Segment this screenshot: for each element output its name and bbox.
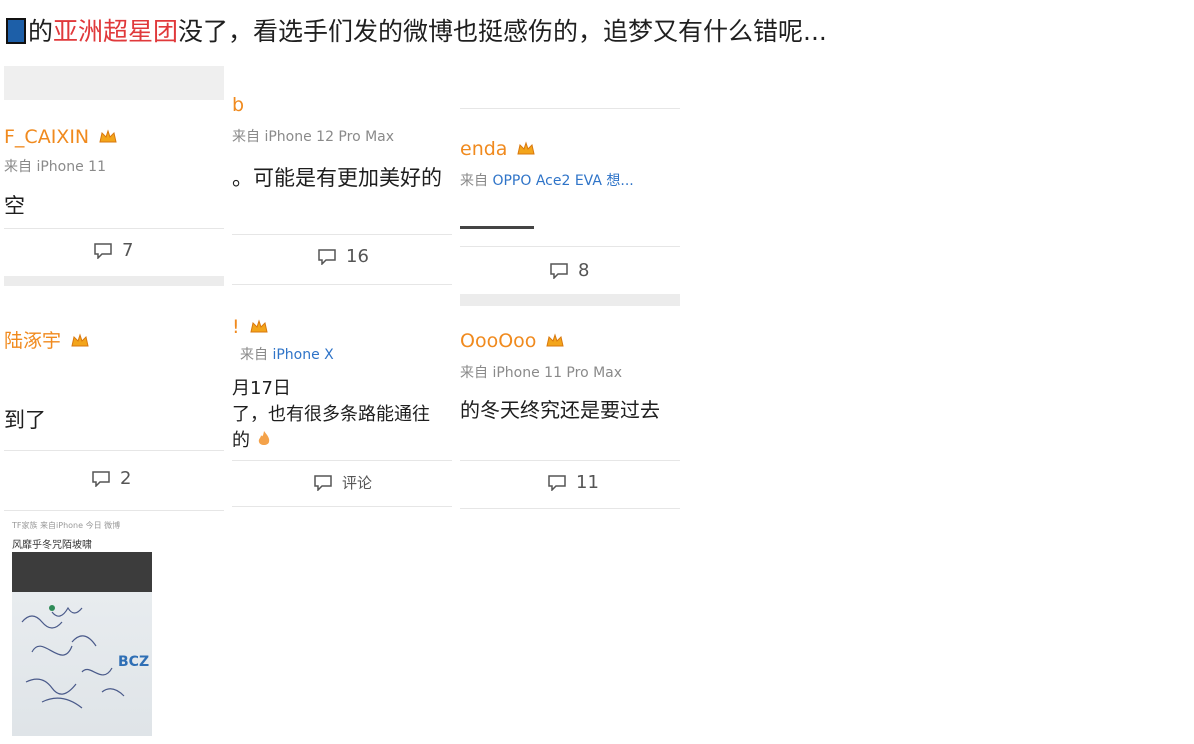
comment-button[interactable]: 2 (92, 468, 131, 489)
post-text-line3: 的 (232, 426, 272, 452)
headline-mark-icon (6, 18, 26, 44)
source-prefix: 来自 (232, 129, 265, 145)
comment-icon (318, 248, 336, 265)
source-prefix: 来自 (240, 347, 273, 363)
post-source: 来自 OPPO Ace2 EVA 想... (460, 170, 634, 190)
signature-scribbles (21, 605, 125, 709)
source-prefix: 来自 (460, 173, 493, 189)
weibo-card-2: b 来自 iPhone 12 Pro Max 。可能是有更加美好的 16 (232, 90, 452, 290)
comment-button[interactable]: 16 (318, 246, 369, 267)
post-source: 来自 iPhone 12 Pro Max (232, 126, 394, 146)
comment-icon (314, 474, 332, 491)
source-device: iPhone 11 (36, 159, 106, 175)
thumbnail-header: TF家族 来自iPhone 今日 微博 (12, 521, 121, 530)
username-text: ! (232, 316, 240, 338)
flame-emoji-icon (258, 431, 269, 445)
source-prefix: 来自 (4, 159, 37, 175)
source-device: iPhone 11 Pro Max (492, 365, 623, 381)
headline-part1: 的 (28, 17, 54, 46)
comment-button[interactable]: 11 (548, 472, 599, 493)
weibo-card-6: OooOoo 来自 iPhone 11 Pro Max 的冬天终究还是要过去 1… (460, 318, 680, 514)
username-text: 陆涿宇 (4, 330, 62, 352)
comment-count: 11 (576, 472, 599, 493)
username-text: enda (460, 138, 508, 160)
username-text: F_CAIXIN (4, 126, 90, 148)
weibo-card-1: F_CAIXIN 来自 iPhone 11 空 7 (4, 66, 224, 286)
thumbnail-caption: 风靡乎冬咒陌坡啸 (12, 540, 92, 551)
comment-icon (548, 474, 566, 491)
post-text-line1: 月17日 (232, 378, 291, 399)
comment-icon (94, 242, 112, 259)
post-text: 。可能是有更加美好的 (232, 166, 442, 190)
crown-badge-icon (71, 333, 89, 347)
post-source: 来自 iPhone 11 (4, 156, 106, 176)
source-device[interactable]: OPPO Ace2 EVA 想... (492, 173, 633, 189)
source-device[interactable]: iPhone X (272, 347, 333, 363)
comment-label: 评论 (342, 474, 373, 492)
comment-count: 2 (120, 468, 132, 489)
username: enda (460, 138, 536, 160)
username-text: OooOoo (460, 330, 537, 352)
post-text-line2: 了，也有很多条路能通往 (232, 404, 430, 425)
comment-icon (92, 470, 110, 487)
username: 陆涿宇 (4, 326, 89, 353)
signature-board-photo: BCZ (12, 552, 152, 736)
weibo-card-4: 陆涿宇 到了 2 (4, 300, 224, 512)
username: b (232, 94, 244, 116)
username: OooOoo (460, 330, 565, 352)
weibo-card-5: ! 来自 iPhone X 月17日 了，也有很多条路能通往 的 评论 (232, 300, 452, 514)
divider (460, 226, 534, 229)
headline-highlight: 亚洲超星团 (53, 17, 179, 46)
comment-count: 7 (122, 240, 134, 261)
username: F_CAIXIN (4, 126, 117, 148)
crown-badge-icon (250, 319, 268, 333)
crown-badge-icon (546, 333, 565, 347)
comment-icon (550, 262, 568, 279)
weibo-card-3: enda 来自 OPPO Ace2 EVA 想... 8 (460, 108, 680, 306)
comment-count: 8 (578, 260, 590, 281)
headline-part2: 没了，看选手们发的微博也挺感伤的，追梦又有什么错呢... (178, 17, 827, 46)
source-device: iPhone 12 Pro Max (264, 129, 395, 145)
headline: 的亚洲超星团没了，看选手们发的微博也挺感伤的，追梦又有什么错呢... (6, 14, 827, 50)
comment-button[interactable]: 7 (94, 240, 133, 261)
post-source: 来自 iPhone 11 Pro Max (460, 362, 622, 382)
comment-count: 16 (346, 246, 369, 267)
thumbnail-badge: BCZ (118, 654, 150, 670)
post-text: 到了 (4, 408, 46, 432)
crown-badge-icon (99, 129, 117, 143)
comment-button[interactable]: 评论 (314, 472, 372, 493)
source-prefix: 来自 (460, 365, 493, 381)
embedded-screenshot: TF家族 来自iPhone 今日 微博 风靡乎冬咒陌坡啸 BCZ (8, 516, 156, 738)
username-text: b (232, 94, 245, 116)
username: ! (232, 316, 268, 338)
post-text: 空 (4, 194, 25, 218)
post-text-line3-text: 的 (232, 430, 250, 451)
post-text: 的冬天终究还是要过去 (460, 398, 660, 422)
crown-badge-icon (517, 141, 536, 155)
comment-button[interactable]: 8 (550, 260, 589, 281)
post-source: 来自 iPhone X (240, 344, 334, 364)
